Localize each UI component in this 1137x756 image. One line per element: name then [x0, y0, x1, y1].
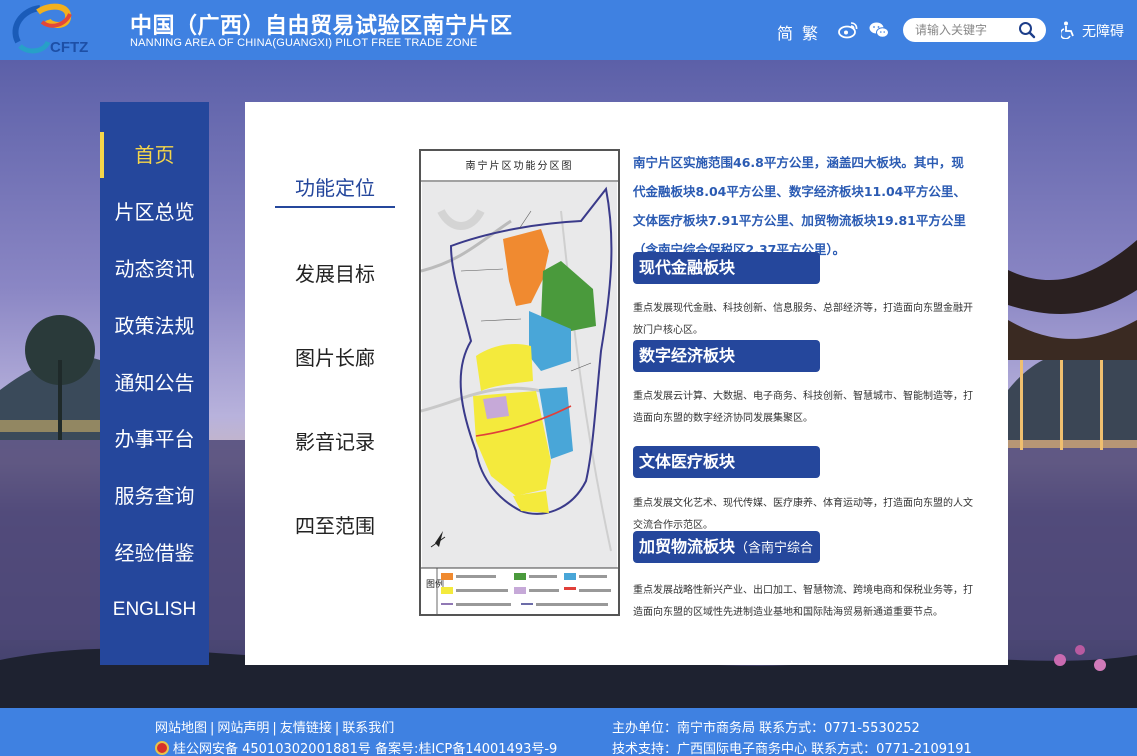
footer-link-friends[interactable]: 友情链接 [280, 721, 332, 736]
footer-links: 网站地图 | 网站声明 | 友情链接 | 联系我们 [155, 721, 395, 736]
block-title-finance: 现代金融板块 [633, 252, 820, 284]
footer-tech-support: 技术支持：广西国际电子商务中心 联系方式：0771-2109191 [612, 742, 972, 756]
accessibility-link[interactable]: 无障碍 [1082, 21, 1124, 41]
zoning-map-graphic: 图例 [420, 180, 618, 614]
nav-item-experience[interactable]: 经验借鉴 [100, 528, 209, 578]
subnav-function-positioning[interactable]: 功能定位 [275, 172, 395, 201]
nav-item-policies[interactable]: 政策法规 [100, 301, 209, 351]
site-title: 中国（广西）自由贸易试验区南宁片区 [130, 14, 513, 39]
svg-text:CFTZ: CFTZ [50, 39, 88, 56]
block-desc-digital: 重点发展云计算、大数据、电子商务、科技创新、智慧城市、智能制造等，打造面向东盟的… [633, 391, 973, 424]
subnav-development-goals[interactable]: 发展目标 [275, 258, 395, 287]
lang-traditional-link[interactable]: 繁 [802, 20, 818, 44]
nav-item-overview[interactable]: 片区总览 [100, 187, 209, 237]
cftz-logo[interactable]: CFTZ [8, 2, 103, 58]
search-box [903, 18, 1046, 42]
site-header: CFTZ 中国（广西）自由贸易试验区南宁片区 NANNING AREA OF C… [0, 0, 1137, 60]
search-icon[interactable] [1018, 21, 1036, 39]
block-title-culture-label: 文体医疗板块 [639, 452, 736, 471]
content-panel: 功能定位 发展目标 图片长廊 影音记录 四至范围 南宁片区功能分区图 图例 南宁… [245, 102, 1008, 665]
map-title: 南宁片区功能分区图 [465, 161, 574, 172]
subnav-video-records[interactable]: 影音记录 [275, 426, 395, 455]
block-title-logistics-label: 加贸物流板块 [639, 537, 736, 556]
search-input[interactable] [915, 21, 1015, 39]
block-title-finance-label: 现代金融板块 [639, 258, 736, 277]
subnav-active-underline [275, 206, 395, 208]
block-title-digital-label: 数字经济板块 [639, 346, 736, 365]
block-desc-logistics: 重点发展战略性新兴产业、出口加工、智慧物流、跨境电商和保税业务等，打造面向东盟的… [633, 585, 973, 618]
block-title-logistics: 加贸物流板块（含南宁综合保税区） [633, 531, 820, 590]
accessibility-icon[interactable] [1061, 21, 1077, 39]
block-title-digital: 数字经济板块 [633, 340, 820, 372]
police-badge-icon [155, 741, 169, 755]
wechat-icon[interactable] [869, 21, 889, 39]
footer-host-info: 主办单位：南宁市商务局 联系方式：0771-5530252 [612, 721, 920, 736]
block-title-culture: 文体医疗板块 [633, 446, 820, 478]
nav-item-service-platform[interactable]: 办事平台 [100, 414, 209, 464]
nav-item-service-query[interactable]: 服务查询 [100, 471, 209, 521]
main-sidebar-nav: 首页 片区总览 动态资讯 政策法规 通知公告 办事平台 服务查询 经验借鉴 EN… [100, 102, 209, 665]
nav-item-news[interactable]: 动态资讯 [100, 244, 209, 294]
nav-item-home[interactable]: 首页 [100, 130, 209, 180]
subnav-photo-gallery[interactable]: 图片长廊 [275, 342, 395, 371]
zoning-map[interactable]: 南宁片区功能分区图 图例 [419, 149, 620, 616]
lang-simplified-link[interactable]: 简 [777, 20, 793, 44]
footer-link-sitemap[interactable]: 网站地图 [155, 721, 207, 736]
footer-link-statement[interactable]: 网站声明 [217, 721, 269, 736]
site-footer: 网站地图 | 网站声明 | 友情链接 | 联系我们 桂公网安备 45010302001881… [0, 708, 1137, 756]
footer-record-text[interactable]: 桂公网安备 45010302001881号 备案号:桂ICP备14001493号… [173, 742, 557, 756]
intro-summary: 南宁片区实施范围46.8平方公里，涵盖四大板块。其中，现代金融板块8.04平方公… [633, 155, 966, 257]
subnav-boundaries[interactable]: 四至范围 [275, 510, 395, 539]
footer-link-contact[interactable]: 联系我们 [342, 721, 394, 736]
nav-item-english[interactable]: ENGLISH [100, 585, 209, 635]
footer-record-info: 桂公网安备 45010302001881号 备案号:桂ICP备14001493号… [155, 738, 557, 756]
nav-item-notices[interactable]: 通知公告 [100, 358, 209, 408]
weibo-icon[interactable] [838, 21, 858, 39]
block-desc-finance: 重点发展现代金融、科技创新、信息服务、总部经济等，打造面向东盟金融开放门户核心区… [633, 303, 973, 336]
site-subtitle: NANNING AREA OF CHINA(GUANGXI) PILOT FRE… [130, 37, 478, 49]
